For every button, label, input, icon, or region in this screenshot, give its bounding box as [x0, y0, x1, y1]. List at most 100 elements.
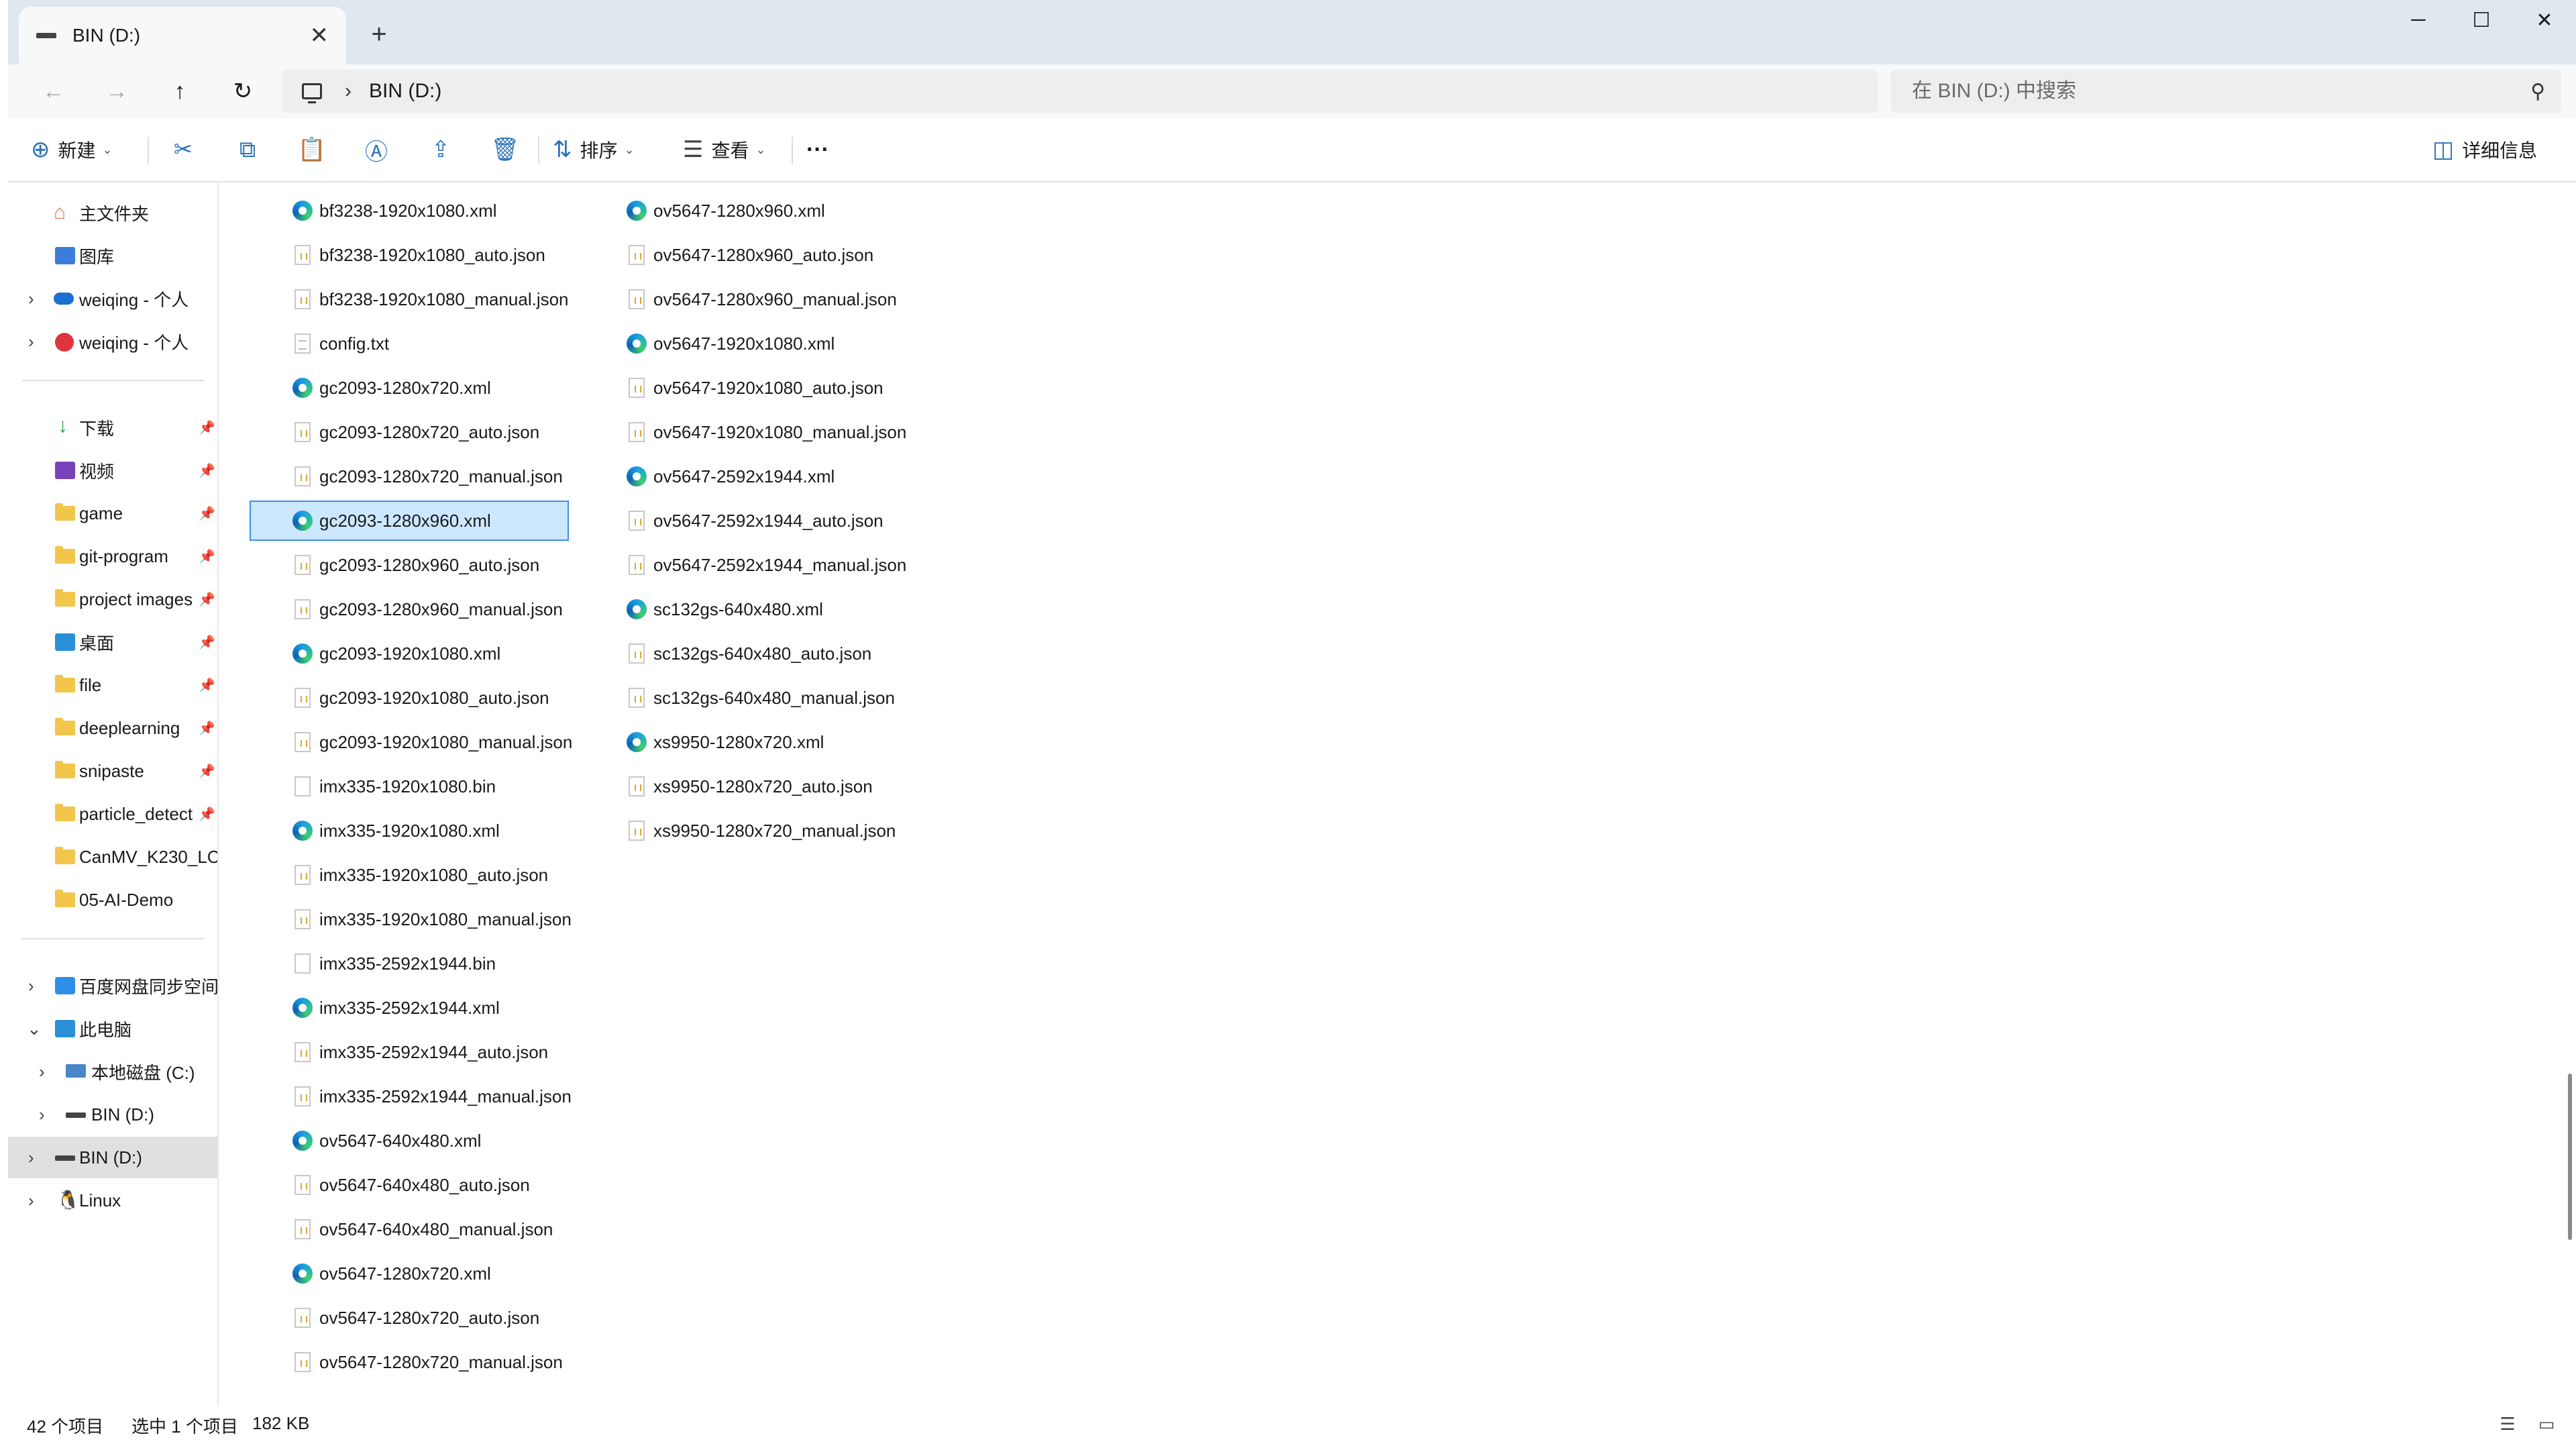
- file-item[interactable]: bf3238-1920x1080.xml: [250, 191, 569, 231]
- sidebar-item-ai-demo[interactable]: 05-AI-Demo: [8, 879, 217, 921]
- cut-button[interactable]: ✂: [161, 118, 205, 181]
- file-item[interactable]: gc2093-1920x1080_manual.json: [250, 722, 572, 762]
- chevron-right-icon[interactable]: ›: [28, 289, 34, 309]
- file-item[interactable]: ov5647-1280x960_manual.json: [584, 279, 903, 319]
- file-item[interactable]: imx335-1920x1080.xml: [250, 811, 569, 851]
- chevron-right-icon[interactable]: ›: [28, 1190, 34, 1211]
- sidebar-item-bin-d-child[interactable]: › BIN (D:): [8, 1094, 217, 1135]
- sidebar-item-onedrive[interactable]: › weiqing - 个人: [8, 278, 217, 319]
- sidebar-item-cloud-drive[interactable]: › weiqing - 个人: [8, 321, 217, 362]
- chevron-right-icon[interactable]: ›: [39, 1062, 45, 1082]
- file-item[interactable]: ov5647-640x480.xml: [250, 1121, 569, 1161]
- file-item[interactable]: ov5647-1280x960.xml: [584, 191, 903, 231]
- file-item[interactable]: ov5647-1280x720.xml: [250, 1253, 569, 1294]
- file-item[interactable]: ov5647-1280x720_auto.json: [250, 1298, 569, 1338]
- tab-bin-d[interactable]: BIN (D:) ✕: [19, 7, 346, 64]
- file-item[interactable]: gc2093-1280x720.xml: [250, 368, 569, 408]
- sidebar-item-videos[interactable]: 视频 📌: [8, 450, 217, 491]
- address-bar[interactable]: › BIN (D:): [282, 70, 1878, 113]
- chevron-down-icon[interactable]: ⌄: [27, 1019, 42, 1039]
- sidebar-item-downloads[interactable]: ↓ 下载 📌: [8, 407, 217, 448]
- file-item[interactable]: bf3238-1920x1080_auto.json: [250, 235, 569, 275]
- file-item[interactable]: bf3238-1920x1080_manual.json: [250, 279, 569, 319]
- file-item[interactable]: ov5647-2592x1944_auto.json: [584, 501, 903, 541]
- file-item[interactable]: ov5647-1920x1080_auto.json: [584, 368, 903, 408]
- pin-icon[interactable]: 📌: [199, 634, 215, 651]
- forward-button[interactable]: →: [95, 64, 138, 118]
- chevron-right-icon[interactable]: ›: [28, 1147, 34, 1168]
- maximize-button[interactable]: ☐: [2450, 0, 2513, 40]
- search-icon[interactable]: ⚲: [2530, 80, 2545, 103]
- file-item[interactable]: imx335-2592x1944_manual.json: [250, 1076, 572, 1117]
- back-button[interactable]: ←: [32, 64, 75, 118]
- breadcrumb-bin-d[interactable]: BIN (D:): [369, 80, 441, 103]
- sidebar-item-home[interactable]: ⌂ 主文件夹: [8, 192, 217, 234]
- pin-icon[interactable]: 📌: [199, 677, 215, 694]
- file-item[interactable]: xs9950-1280x720.xml: [584, 722, 903, 762]
- file-item[interactable]: sc132gs-640x480_auto.json: [584, 633, 903, 674]
- file-item[interactable]: sc132gs-640x480_manual.json: [584, 678, 903, 718]
- pin-icon[interactable]: 📌: [199, 806, 215, 823]
- sidebar-item-file[interactable]: file 📌: [8, 664, 217, 706]
- sidebar-item-git-program[interactable]: git-program 📌: [8, 535, 217, 577]
- sidebar-item-local-disk-c[interactable]: › 本地磁盘 (C:): [8, 1051, 217, 1092]
- pin-icon[interactable]: 📌: [199, 505, 215, 522]
- file-item[interactable]: ov5647-1920x1080_manual.json: [584, 412, 906, 452]
- details-view-button[interactable]: ☰: [2494, 1412, 2521, 1436]
- file-item[interactable]: xs9950-1280x720_auto.json: [584, 766, 903, 807]
- thumbnail-view-button[interactable]: ▭: [2533, 1412, 2560, 1436]
- pin-icon[interactable]: 📌: [199, 462, 215, 479]
- file-item[interactable]: gc2093-1280x960.xml: [250, 501, 569, 541]
- file-item[interactable]: gc2093-1280x720_auto.json: [250, 412, 569, 452]
- file-item[interactable]: gc2093-1280x720_manual.json: [250, 456, 569, 497]
- file-item[interactable]: gc2093-1280x960_auto.json: [250, 545, 569, 585]
- rename-button[interactable]: Ⓐ: [354, 118, 398, 181]
- file-item[interactable]: imx335-1920x1080_auto.json: [250, 855, 569, 895]
- sidebar-item-desktop[interactable]: 桌面 📌: [8, 621, 217, 663]
- sidebar-item-canmv[interactable]: CanMV_K230_LCK: [8, 836, 217, 878]
- minimize-button[interactable]: ─: [2387, 0, 2450, 40]
- file-item[interactable]: ov5647-1280x960_auto.json: [584, 235, 903, 275]
- pin-icon[interactable]: 📌: [199, 548, 215, 565]
- view-button[interactable]: ☰ 查看 ⌄: [683, 118, 766, 181]
- chevron-right-icon[interactable]: ›: [28, 976, 34, 996]
- file-item[interactable]: config.txt: [250, 323, 569, 364]
- tab-close-icon[interactable]: ✕: [310, 22, 329, 49]
- pin-icon[interactable]: 📌: [199, 720, 215, 737]
- refresh-button[interactable]: ↻: [221, 64, 264, 118]
- file-item[interactable]: ov5647-1280x720_manual.json: [250, 1342, 569, 1382]
- search-input[interactable]: [1911, 79, 2531, 103]
- share-button[interactable]: ⇪: [419, 118, 463, 181]
- vertical-scrollbar[interactable]: [2568, 1074, 2572, 1240]
- sidebar-item-this-pc[interactable]: ⌄ 此电脑: [8, 1008, 217, 1049]
- breadcrumb-chevron-icon[interactable]: ›: [345, 80, 352, 103]
- copy-button[interactable]: ⧉: [225, 118, 270, 181]
- file-item[interactable]: imx335-1920x1080.bin: [250, 766, 569, 807]
- more-options-button[interactable]: ···: [806, 118, 829, 181]
- paste-button[interactable]: 📋: [290, 118, 334, 181]
- chevron-right-icon[interactable]: ›: [39, 1104, 45, 1125]
- file-item[interactable]: imx335-2592x1944.bin: [250, 943, 569, 984]
- up-button[interactable]: ↑: [158, 64, 201, 118]
- chevron-right-icon[interactable]: ›: [28, 331, 34, 352]
- file-item[interactable]: ov5647-2592x1944_manual.json: [584, 545, 906, 585]
- close-window-button[interactable]: ✕: [2513, 0, 2576, 40]
- file-item[interactable]: sc132gs-640x480.xml: [584, 589, 903, 629]
- delete-button[interactable]: 🗑: [483, 118, 527, 181]
- sidebar-item-particle-detect[interactable]: particle_detect 📌: [8, 793, 217, 835]
- file-item[interactable]: imx335-2592x1944.xml: [250, 988, 569, 1028]
- file-item[interactable]: ov5647-2592x1944.xml: [584, 456, 903, 497]
- new-tab-button[interactable]: +: [357, 12, 401, 56]
- file-item[interactable]: gc2093-1280x960_manual.json: [250, 589, 569, 629]
- pin-icon[interactable]: 📌: [199, 419, 215, 436]
- new-button[interactable]: ⊕ 新建 ⌄: [31, 118, 113, 181]
- details-pane-button[interactable]: ◫ 详细信息: [2432, 118, 2537, 181]
- file-item[interactable]: ov5647-640x480_manual.json: [250, 1209, 569, 1249]
- file-item[interactable]: ov5647-640x480_auto.json: [250, 1165, 569, 1205]
- pin-icon[interactable]: 📌: [199, 591, 215, 608]
- sidebar-item-baidu-netdisk[interactable]: › 百度网盘同步空间: [8, 965, 217, 1006]
- pin-icon[interactable]: 📌: [199, 763, 215, 780]
- sidebar-item-project-images[interactable]: project images 📌: [8, 578, 217, 620]
- sidebar-item-game[interactable]: game 📌: [8, 493, 217, 534]
- sidebar-item-gallery[interactable]: 图库: [8, 235, 217, 276]
